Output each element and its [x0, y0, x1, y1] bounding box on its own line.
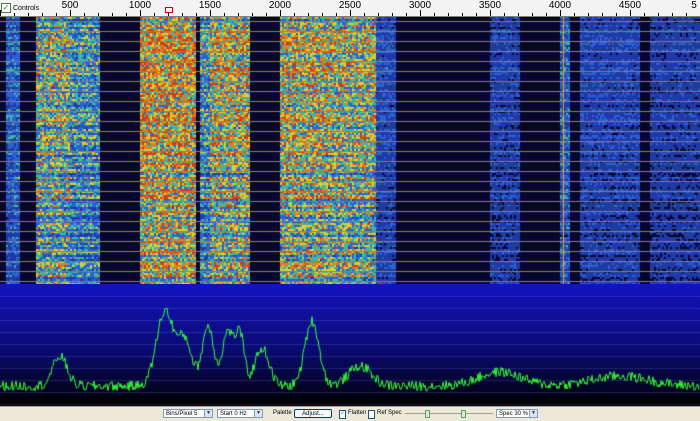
ruler-label: 4500 — [618, 0, 642, 11]
ruler-tick — [42, 13, 43, 16]
spectrum-graph[interactable] — [0, 284, 700, 406]
ruler-tick — [462, 13, 463, 16]
ruler-tick — [238, 13, 239, 16]
ruler-tick — [546, 13, 547, 16]
ref-spec-checkbox[interactable] — [368, 410, 375, 419]
ruler-tick — [658, 13, 659, 16]
ruler-tick — [616, 13, 617, 16]
ruler-tick — [392, 13, 393, 16]
chevron-down-icon[interactable]: ▼ — [529, 410, 537, 417]
ruler-label: 3000 — [408, 0, 432, 11]
slider-thumb[interactable] — [461, 410, 466, 418]
ruler-tick — [266, 13, 267, 16]
ruler-tick — [126, 13, 127, 16]
ruler-tick — [532, 13, 533, 16]
ruler-label: 500 — [61, 0, 79, 11]
ruler-tick — [98, 13, 99, 16]
ruler-tick — [364, 13, 365, 16]
ruler-tick — [294, 13, 295, 16]
ruler-tick — [518, 13, 519, 16]
ruler-tick — [0, 10, 1, 16]
chevron-down-icon[interactable]: ▼ — [254, 410, 262, 417]
adjust-palette-button[interactable]: Adjust... — [294, 409, 332, 418]
tune-marker-icon[interactable] — [165, 7, 173, 13]
ruler-tick — [182, 13, 183, 16]
ruler-label: 4000 — [548, 0, 572, 11]
slider-thumb[interactable] — [425, 410, 430, 418]
bottom-toolbar: Bins/Pixel 5 ▼ Start 0 Hz ▼ Palette Adju… — [0, 406, 700, 421]
controls-checkbox[interactable]: ✓ — [1, 3, 11, 13]
start-frequency-select[interactable]: Start 0 Hz ▼ — [217, 409, 263, 418]
ruler-tick — [686, 13, 687, 16]
bins-per-pixel-value: Bins/Pixel 5 — [166, 410, 198, 417]
ruler-tick — [154, 13, 155, 16]
ruler-tick — [476, 13, 477, 16]
flatten-label: Flatten — [348, 410, 367, 416]
waterfall-display[interactable] — [0, 17, 700, 284]
chevron-down-icon[interactable]: ▼ — [204, 410, 212, 417]
ruler-tick — [434, 13, 435, 16]
ruler-tick — [504, 13, 505, 16]
ruler-tick — [406, 13, 407, 16]
ruler-tick — [672, 13, 673, 16]
ruler-label: 1000 — [128, 0, 152, 11]
ruler-tick — [56, 13, 57, 16]
ruler-tick — [322, 13, 323, 16]
ruler-tick — [308, 13, 309, 16]
spectrum-percent-value: Spec 30 % — [499, 410, 529, 417]
ruler-label: 2500 — [338, 0, 362, 11]
ruler-label: 1500 — [198, 0, 222, 11]
ruler-label: 3500 — [478, 0, 502, 11]
controls-toggle[interactable]: ✓ Controls — [1, 3, 39, 13]
ruler-tick — [252, 13, 253, 16]
slider-track[interactable] — [405, 413, 493, 414]
ruler-tick — [14, 13, 15, 16]
ruler-tick — [84, 13, 85, 16]
bins-per-pixel-select[interactable]: Bins/Pixel 5 ▼ — [163, 409, 213, 418]
ruler-tick — [196, 13, 197, 16]
ref-spec-label: Ref Spec — [377, 410, 402, 416]
ruler-tick — [448, 13, 449, 16]
ruler-tick — [168, 13, 169, 16]
spectrum-percent-select[interactable]: Spec 30 % ▼ — [496, 409, 538, 418]
start-frequency-value: Start 0 Hz — [220, 410, 247, 417]
frequency-ruler[interactable]: ✓ Controls 500 1000 1500 2000 2500 3000 3500 40… — [0, 0, 700, 17]
ruler-tick — [602, 13, 603, 16]
controls-label: Controls — [13, 4, 40, 12]
flatten-checkbox[interactable]: ✓ — [339, 410, 346, 419]
ruler-label: 2000 — [268, 0, 292, 11]
ruler-tick — [28, 13, 29, 16]
ruler-label: 5 — [691, 0, 697, 11]
ruler-tick — [336, 13, 337, 16]
ruler-tick — [224, 13, 225, 16]
palette-label: Palette — [273, 410, 292, 416]
ruler-tick — [378, 13, 379, 16]
ruler-tick — [644, 13, 645, 16]
ruler-tick — [112, 13, 113, 16]
ruler-tick — [588, 13, 589, 16]
ruler-tick — [574, 13, 575, 16]
